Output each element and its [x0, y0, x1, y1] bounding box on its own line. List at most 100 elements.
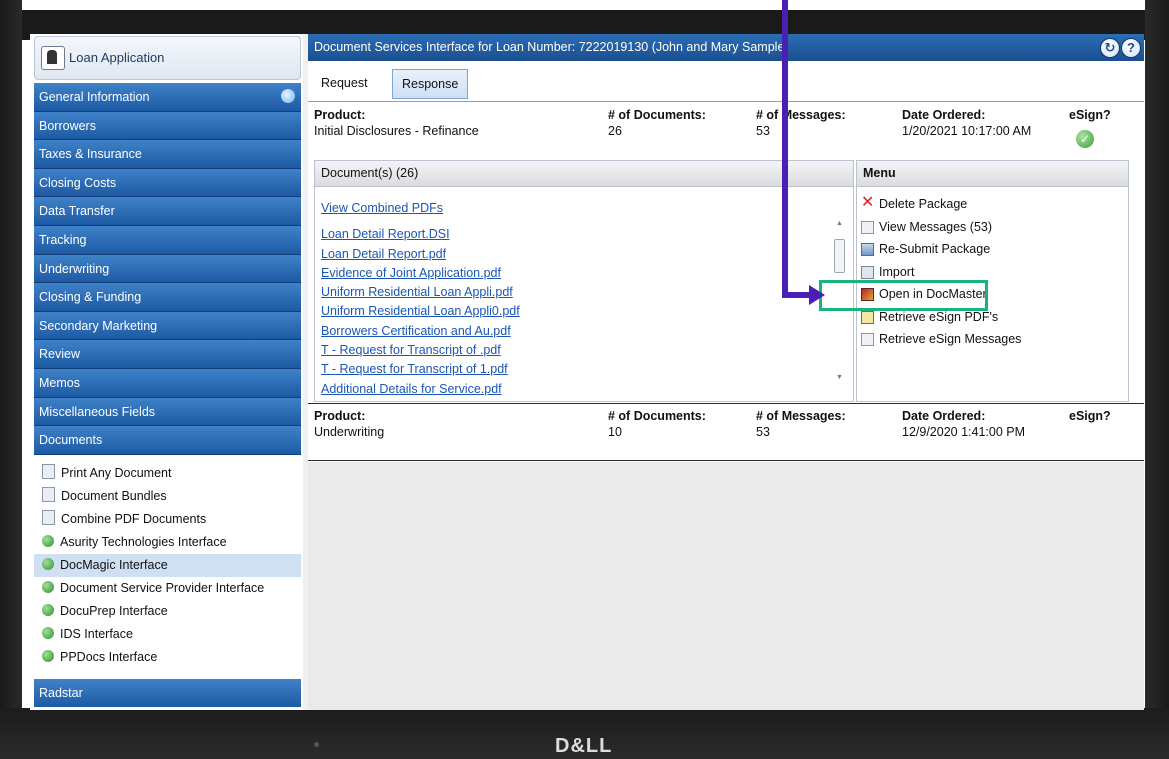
num-documents-value: 10	[608, 425, 622, 439]
product-value: Initial Disclosures - Refinance	[314, 124, 479, 138]
nav-item-label: Review	[39, 347, 80, 362]
scrollbar[interactable]: ▲ ▼	[834, 216, 845, 391]
resubmit-icon	[861, 243, 874, 256]
menu-item-import[interactable]: Import	[861, 261, 1021, 284]
document-link[interactable]: Evidence of Joint Application.pdf	[321, 264, 841, 283]
green-status-icon	[42, 535, 54, 547]
page-icon	[861, 220, 874, 234]
submenu-item-document-bundles[interactable]: Document Bundles	[34, 485, 301, 508]
help-icon[interactable]: ?	[1121, 38, 1141, 58]
package-row[interactable]: Product: Underwriting # of Documents: 10…	[308, 405, 1144, 453]
document-link[interactable]: T - Request for Transcript of 1.pdf	[321, 360, 841, 379]
num-messages-value: 53	[756, 124, 770, 138]
scroll-up-arrow-icon[interactable]: ▲	[836, 220, 843, 227]
nav-item-memos[interactable]: Memos	[34, 368, 301, 398]
nav-item-label: Borrowers	[39, 118, 96, 133]
submenu-item-ids-interface[interactable]: IDS Interface	[34, 623, 301, 646]
menu-item-retrieve-esign-messages[interactable]: Retrieve eSign Messages	[861, 328, 1021, 351]
menu-item-open-in-docmaster[interactable]: Open in DocMaster	[861, 283, 1021, 306]
document-link[interactable]: Uniform Residential Loan Appli0.pdf	[321, 302, 841, 321]
nav-item-closing-funding[interactable]: Closing & Funding	[34, 283, 301, 312]
submenu-item-label: Combine PDF Documents	[61, 512, 207, 526]
nav-item-tracking[interactable]: Tracking	[34, 225, 301, 255]
submenu-item-asurity-technologies-interface[interactable]: Asurity Technologies Interface	[34, 531, 301, 554]
nav-item-review[interactable]: Review	[34, 340, 301, 369]
submenu-item-label: Document Service Provider Interface	[60, 581, 265, 595]
menu-item-retrieve-esign-pdfs[interactable]: Retrieve eSign PDF's	[861, 306, 1021, 329]
submenu-item-label: Print Any Document	[61, 466, 172, 480]
nav-item-label: Closing Costs	[39, 175, 117, 190]
document-icon	[42, 487, 55, 502]
submenu-item-label: Asurity Technologies Interface	[60, 535, 227, 549]
date-ordered-label: Date Ordered:	[902, 108, 986, 122]
nav-item-borrowers[interactable]: Borrowers	[34, 111, 301, 141]
nav-item-general-information[interactable]: General Information	[34, 83, 301, 112]
green-status-icon	[42, 650, 54, 662]
nav-item-secondary-marketing[interactable]: Secondary Marketing	[34, 311, 301, 341]
document-link[interactable]: Loan Detail Report.DSI	[321, 225, 841, 244]
document-link[interactable]: Borrowers Certification and Au.pdf	[321, 322, 841, 341]
tab-response[interactable]: Response	[392, 69, 469, 99]
green-status-icon	[42, 558, 54, 570]
nav-item-label: Taxes & Insurance	[39, 147, 142, 162]
submenu-item-label: IDS Interface	[60, 627, 133, 641]
submenu-item-print-any-document[interactable]: Print Any Document	[34, 462, 301, 485]
submenu-item-docuprep-interface[interactable]: DocuPrep Interface	[34, 600, 301, 623]
nav-item-underwriting[interactable]: Underwriting	[34, 254, 301, 284]
nav-item-closing-costs[interactable]: Closing Costs	[34, 168, 301, 198]
nav-item-label: Data Transfer	[39, 204, 115, 219]
nav-item-taxes-insurance[interactable]: Taxes & Insurance	[34, 140, 301, 169]
nav-item-miscellaneous-fields[interactable]: Miscellaneous Fields	[34, 397, 301, 427]
package-row[interactable]: Product: Initial Disclosures - Refinance…	[308, 104, 1144, 154]
nav-item-label: Memos	[39, 375, 80, 390]
nav-item-documents[interactable]: Documents	[34, 426, 301, 455]
main-panel: Document Services Interface for Loan Num…	[308, 34, 1144, 710]
sidebar: Loan Application General Information Bor…	[30, 34, 303, 710]
menu-item-label: Import	[879, 264, 915, 279]
app-header[interactable]: Loan Application	[34, 36, 301, 80]
submenu-item-label: DocuPrep Interface	[60, 604, 168, 618]
annotation-arrow-head-icon	[809, 285, 825, 305]
submenu-item-combine-pdf-documents[interactable]: Combine PDF Documents	[34, 508, 301, 531]
menu-item-resubmit-package[interactable]: Re-Submit Package	[861, 238, 1021, 261]
nav-item-data-transfer[interactable]: Data Transfer	[34, 197, 301, 226]
document-link[interactable]: Additional Details for Service.pdf	[321, 380, 841, 399]
date-ordered-value: 1/20/2021 10:17:00 AM	[902, 124, 1032, 138]
nav-item-label: General Information	[39, 90, 150, 104]
divider	[308, 403, 1144, 404]
num-messages-value: 53	[756, 425, 770, 439]
menu-item-label: Open in DocMaster	[879, 287, 987, 301]
nav-item-label: Miscellaneous Fields	[39, 404, 156, 419]
submenu-item-ppdocs-interface[interactable]: PPDocs Interface	[34, 646, 301, 669]
tab-bar: Request Response	[308, 61, 1144, 102]
annotation-arrow-line	[782, 0, 788, 298]
tab-request[interactable]: Request	[312, 69, 377, 97]
date-ordered-label: Date Ordered:	[902, 409, 986, 423]
date-ordered-value: 12/9/2020 1:41:00 PM	[902, 425, 1026, 439]
document-link[interactable]: T - Request for Transcript of .pdf	[321, 341, 841, 360]
nav-item-label: Tracking	[39, 232, 87, 247]
monitor-frame-top	[20, 10, 1149, 36]
num-messages-label: # of Messages:	[756, 108, 846, 122]
document-link[interactable]: Uniform Residential Loan Appli.pdf	[321, 283, 841, 302]
page-icon	[861, 333, 874, 346]
search-icon[interactable]	[281, 89, 295, 103]
product-label: Product:	[314, 409, 366, 423]
document-list: View Combined PDFs Loan Detail Report.DS…	[321, 199, 841, 399]
view-combined-pdfs-link[interactable]: View Combined PDFs	[321, 199, 841, 218]
document-icon	[42, 464, 55, 479]
submenu-item-document-service-provider-interface[interactable]: Document Service Provider Interface	[34, 577, 301, 600]
esign-check-icon: ✓	[1076, 130, 1094, 148]
submenu-item-label: DocMagic Interface	[60, 558, 168, 572]
submenu-item-docmagic-interface[interactable]: DocMagic Interface	[34, 554, 301, 577]
menu-item-label: Retrieve eSign PDF's	[879, 309, 999, 324]
scroll-down-arrow-icon[interactable]: ▼	[836, 374, 843, 381]
menu-item-view-messages[interactable]: View Messages (53)	[861, 216, 1021, 239]
document-link[interactable]: Loan Detail Report.pdf	[321, 245, 841, 264]
refresh-icon[interactable]: ↻	[1100, 38, 1120, 58]
menu-item-delete-package[interactable]: ✕ Delete Package	[861, 193, 1021, 216]
menu-item-label: Delete Package	[879, 197, 968, 211]
nav-item-radstar[interactable]: Radstar	[34, 679, 301, 707]
scroll-thumb[interactable]	[834, 239, 845, 273]
esign-label: eSign?	[1069, 409, 1111, 423]
